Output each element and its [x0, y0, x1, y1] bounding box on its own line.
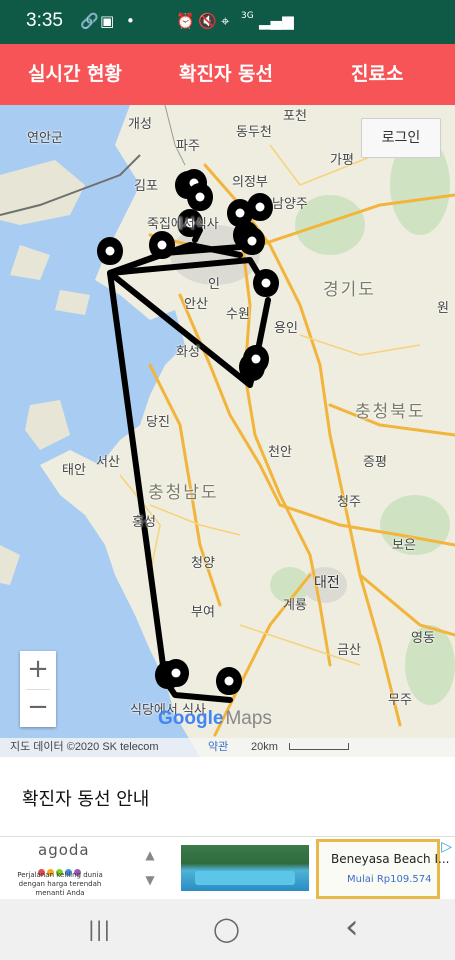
map-label-won: 원 [437, 301, 449, 316]
hotel-name: Beneyasa Beach I... [331, 852, 450, 866]
map-label-seosan: 서산 [96, 455, 120, 470]
map-terms-link[interactable]: 약관 [208, 738, 228, 757]
map-label-cheonan: 천안 [268, 445, 292, 460]
hotel-card[interactable]: Beneyasa Beach I... Mulai Rp109.574 [316, 839, 449, 899]
map-label-cheongju: 청주 [337, 495, 361, 510]
back-button[interactable]: ‹ [345, 907, 359, 947]
map-label-gyeryong: 계룡 [283, 598, 307, 613]
status-bar: 3:35 🔗 ▣ • ⏰ 🔇 ⌖ 3G ▂▄▆ ▮ [0, 0, 455, 44]
chevron-down-icon[interactable]: ▼ [140, 868, 160, 893]
map-label-pocheon: 포천 [283, 109, 307, 124]
zoom-in-button[interactable]: + [20, 651, 56, 689]
hotel-price: Mulai Rp109.574 [347, 874, 432, 885]
map-label-muju: 무주 [388, 693, 412, 708]
map-label-ansan: 안산 [184, 297, 208, 312]
mute-icon: 🔇 [198, 12, 217, 30]
map-label-daejeon: 대전 [314, 575, 340, 591]
map-label-jeungpyeong: 증평 [363, 455, 387, 470]
map-view[interactable]: 포천 개성 연안군 파주 동두천 가평 김포 의정부 남양주 죽집에서식사 경기… [0, 105, 455, 757]
section-title: 확진자 동선 안내 [22, 789, 150, 810]
map-label-chungbuk: 충청북도 [355, 402, 426, 422]
map-label-yongin: 용인 [274, 321, 298, 336]
google-logo-text: Google [158, 708, 224, 729]
map-label-jukjip: 죽집에서식사 [147, 217, 219, 232]
map-label-gaeseong: 개성 [128, 117, 152, 132]
map-label-namyangju: 남양주 [272, 197, 308, 212]
tab-realtime-status[interactable]: 실시간 현황 [28, 44, 122, 105]
zoom-divider [26, 689, 50, 690]
map-label-boeun: 보은 [392, 538, 416, 553]
tab-clinic[interactable]: 진료소 [351, 44, 403, 105]
google-logo: Google Maps [158, 708, 272, 730]
ad-banner[interactable]: agoda Perjalanan keliling dunia dengan h… [0, 836, 455, 900]
map-label-taean: 태안 [62, 463, 86, 478]
ad-carousel-arrows: ▲ ▼ [140, 843, 160, 893]
image-icon: ▣ [100, 12, 115, 30]
dot-icon: • [126, 12, 135, 30]
map-label-paju: 파주 [176, 139, 200, 154]
map-label-gimpo: 김포 [134, 179, 158, 194]
route-markers [97, 169, 279, 695]
map-label-geumsan: 금산 [337, 643, 361, 658]
map-label-uijeongbu: 의정부 [232, 175, 268, 190]
network-3g-icon: 3G [241, 11, 254, 21]
google-maps-text: Maps [225, 708, 272, 729]
map-label-buyeo: 부여 [191, 605, 215, 620]
home-button[interactable]: ◯ [213, 915, 240, 943]
login-button[interactable]: 로그인 [361, 118, 441, 158]
tab-patient-route[interactable]: 확진자 동선 [179, 44, 273, 105]
ad-tagline: Perjalanan keliling dunia dengan harga t… [17, 871, 103, 897]
recents-button[interactable]: ||| [88, 917, 111, 941]
map-label-yeongdong: 영동 [411, 631, 435, 646]
map-scale-label: 20km [251, 741, 278, 753]
adchoices-icon[interactable]: ▷ [441, 839, 452, 855]
zoom-out-button[interactable]: − [20, 689, 56, 727]
location-icon: ⌖ [221, 12, 230, 30]
map-label-in: 인 [208, 277, 220, 292]
alarm-icon: ⏰ [176, 12, 195, 30]
hotel-photo [181, 845, 309, 891]
map-attribution-bar: 지도 데이터 ©2020 SK telecom 약관 20km [0, 738, 455, 757]
map-label-chungnam: 충청남도 [148, 483, 219, 503]
agoda-logo: agoda [38, 841, 90, 859]
battery-icon: ▮ [285, 12, 294, 30]
chevron-up-icon[interactable]: ▲ [140, 843, 160, 868]
system-nav-bar: ||| ◯ ‹ [0, 899, 455, 960]
link-icon: 🔗 [80, 12, 99, 30]
zoom-control: + − [20, 651, 56, 727]
map-label-gyeonggi: 경기도 [323, 280, 376, 300]
map-label-cheongyang: 청양 [191, 556, 215, 571]
top-tab-bar: 실시간 현황 확진자 동선 진료소 [0, 44, 455, 105]
map-label-suwon: 수원 [226, 307, 250, 322]
map-attribution: 지도 데이터 ©2020 SK telecom [10, 741, 159, 753]
map-label-gapyeong: 가평 [330, 153, 354, 168]
map-label-hongseong: 홍성 [132, 515, 156, 530]
status-time: 3:35 [26, 10, 63, 31]
map-label-hwaseong: 화성 [176, 345, 200, 360]
map-label-dongducheon: 동두천 [236, 125, 272, 140]
map-label-yeonan: 연안군 [27, 131, 63, 146]
map-scale-bar [289, 743, 349, 750]
map-label-dangjin: 당진 [146, 415, 170, 430]
